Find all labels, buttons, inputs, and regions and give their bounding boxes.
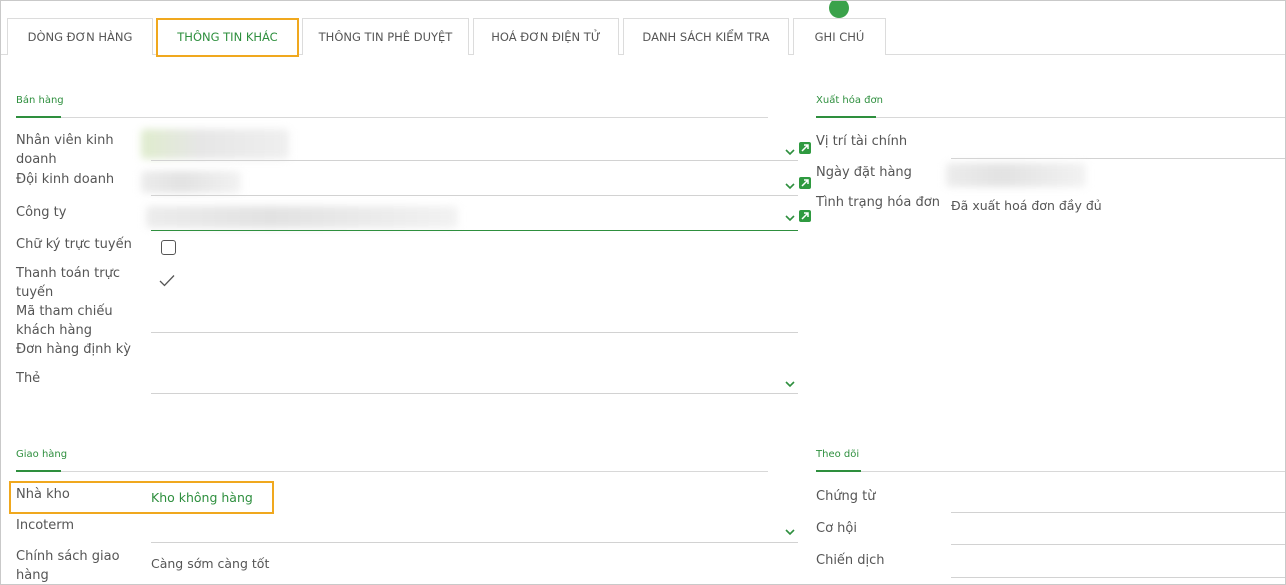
shipping-policy-label: Chính sách giao hàng <box>16 549 120 583</box>
section-title-tracking: Theo dõi <box>816 449 860 460</box>
opportunity-label: Cơ hội <box>816 521 857 536</box>
salesperson-external-link-icon[interactable] <box>799 142 811 154</box>
opportunity-field[interactable] <box>951 544 1285 545</box>
tab-order-lines[interactable]: DÒNG ĐƠN HÀNG <box>7 18 153 55</box>
section-title-sales: Bán hàng <box>16 95 64 106</box>
section-underline-sales <box>16 116 61 118</box>
tab-e-invoice[interactable]: HOÁ ĐƠN ĐIỆN TỬ <box>473 18 619 55</box>
salesperson-label: Nhân viên kinh doanh <box>16 133 114 167</box>
invoice-status-label: Tình trạng hóa đơn <box>816 195 940 210</box>
active-tab-highlight <box>156 18 299 57</box>
source-document-label: Chứng từ <box>816 489 876 504</box>
section-underline-tracking <box>816 470 861 472</box>
recurring-order-label: Đơn hàng định kỳ <box>16 342 131 357</box>
tags-field[interactable] <box>151 393 798 394</box>
campaign-label: Chiến dịch <box>816 553 885 568</box>
fiscal-position-label: Vị trí tài chính <box>816 134 908 149</box>
section-rule-tracking <box>861 471 1285 472</box>
fiscal-position-field[interactable] <box>951 158 1285 159</box>
customer-reference-label: Mã tham chiếu khách hàng <box>16 304 113 338</box>
sales-team-dropdown-icon[interactable] <box>784 181 796 191</box>
sales-team-external-link-icon[interactable] <box>799 177 811 189</box>
company-label: Công ty <box>16 205 67 220</box>
tab-notes[interactable]: GHI CHÚ <box>793 18 886 55</box>
shipping-policy-value[interactable]: Càng sớm càng tốt <box>151 556 269 571</box>
section-underline-invoicing <box>816 116 876 118</box>
order-date-label: Ngày đặt hàng <box>816 165 912 180</box>
section-title-delivery: Giao hàng <box>16 449 68 460</box>
sales-team-field[interactable] <box>151 195 798 196</box>
online-signature-checkbox[interactable] <box>161 240 176 255</box>
section-rule-invoicing <box>876 117 1285 118</box>
section-title-invoicing: Xuất hóa đơn <box>816 95 883 106</box>
company-dropdown-icon[interactable] <box>784 213 796 223</box>
company-external-link-icon[interactable] <box>799 210 811 222</box>
tab-checklist[interactable]: DANH SÁCH KIỂM TRA <box>623 18 789 55</box>
warehouse-value[interactable]: Kho không hàng <box>151 490 253 505</box>
order-date-value <box>946 163 1086 187</box>
company-field[interactable] <box>151 230 798 231</box>
sales-team-label: Đội kinh doanh <box>16 172 115 187</box>
customer-reference-field[interactable] <box>151 332 798 333</box>
online-signature-label: Chữ ký trực tuyến <box>16 237 132 252</box>
tab-approval-info[interactable]: THÔNG TIN PHÊ DUYỆT <box>302 18 469 55</box>
salesperson-field[interactable] <box>151 160 798 161</box>
incoterm-dropdown-icon[interactable] <box>784 527 796 537</box>
invoice-status-value: Đã xuất hoá đơn đầy đủ <box>951 198 1102 213</box>
tags-label: Thẻ <box>16 371 41 386</box>
sales-team-value <box>141 171 241 193</box>
warehouse-label: Nhà kho <box>16 487 70 502</box>
salesperson-value <box>141 129 289 159</box>
source-document-field[interactable] <box>951 512 1285 513</box>
campaign-field[interactable] <box>951 577 1285 578</box>
section-underline-delivery <box>16 470 61 472</box>
tags-dropdown-icon[interactable] <box>784 379 796 389</box>
incoterm-field[interactable] <box>151 542 798 543</box>
section-rule-delivery <box>61 471 768 472</box>
tab-bar: DÒNG ĐƠN HÀNG THÔNG TIN KHÁC THÔNG TIN P… <box>1 1 1285 57</box>
salesperson-dropdown-icon[interactable] <box>784 147 796 157</box>
section-rule-sales <box>61 117 768 118</box>
form-frame: DÒNG ĐƠN HÀNG THÔNG TIN KHÁC THÔNG TIN P… <box>0 0 1286 585</box>
incoterm-label: Incoterm <box>16 518 75 533</box>
status-dot <box>829 1 849 18</box>
online-payment-label: Thanh toán trực tuyến <box>16 266 120 300</box>
company-value <box>146 206 458 228</box>
online-payment-checkmark-icon[interactable] <box>159 274 175 288</box>
